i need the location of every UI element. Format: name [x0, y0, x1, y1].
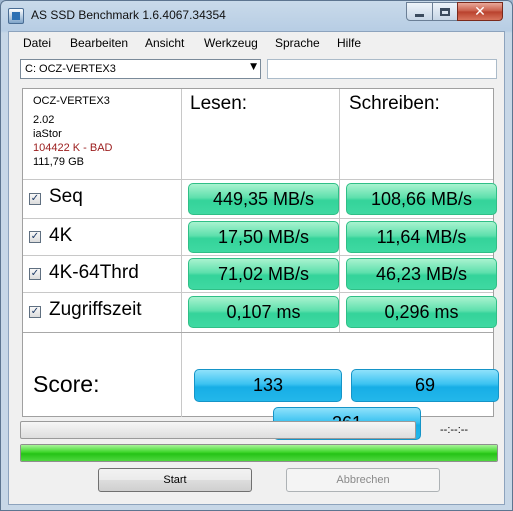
score-label: Score: [33, 371, 100, 397]
minimize-icon [415, 13, 424, 17]
minimize-button[interactable] [406, 2, 433, 21]
menu-sprache[interactable]: Sprache [275, 36, 320, 50]
seq-label: Seq [49, 186, 83, 207]
score-write: 69 [351, 369, 499, 402]
drive-select[interactable]: C: OCZ-VERTEX3 ▼ [20, 59, 261, 79]
drive-alignment: 104422 K - BAD [33, 142, 113, 154]
menu-bar: Datei Bearbeiten Ansicht Werkzeug Sprach… [9, 32, 504, 54]
checkmark-icon: ✓ [30, 193, 40, 204]
4k-checkbox[interactable]: ✓ [29, 231, 41, 243]
chevron-down-icon: ▼ [250, 62, 257, 72]
status-input[interactable] [267, 59, 497, 79]
4k64-checkbox[interactable]: ✓ [29, 268, 41, 280]
drive-firmware: 2.02 [33, 114, 55, 126]
results-panel: OCZ-VERTEX3 2.02 iaStor 104422 K - BAD 1… [22, 88, 499, 440]
access-time-write-result: 0,296 ms [346, 296, 497, 328]
column-divider [339, 89, 340, 333]
drive-model: OCZ-VERTEX3 [33, 95, 110, 107]
row-divider [23, 255, 493, 256]
score-divider [23, 332, 493, 333]
close-icon: ✕ [474, 3, 486, 20]
current-progress-bar [20, 421, 416, 439]
checkmark-icon: ✓ [30, 306, 40, 317]
checkmark-icon: ✓ [30, 268, 40, 279]
column-divider [181, 89, 182, 417]
4k64-write-result: 46,23 MB/s [346, 258, 497, 290]
4k-label: 4K [49, 225, 73, 246]
drive-driver: iaStor [33, 128, 62, 140]
write-column-header: Schreiben: [349, 93, 440, 114]
access-time-read-result: 0,107 ms [188, 296, 339, 328]
checkmark-icon: ✓ [30, 231, 40, 242]
window-title: AS SSD Benchmark 1.6.4067.34354 [31, 8, 226, 22]
seq-checkbox[interactable]: ✓ [29, 193, 41, 205]
cancel-button[interactable]: Abbrechen [286, 468, 440, 492]
close-button[interactable]: ✕ [457, 2, 503, 21]
drive-select-value: C: OCZ-VERTEX3 [25, 63, 116, 75]
title-bar[interactable]: AS SSD Benchmark 1.6.4067.34354 ✕ [1, 1, 512, 31]
row-divider [23, 218, 493, 219]
app-icon [8, 8, 24, 24]
start-button[interactable]: Start [98, 468, 252, 492]
4k64-label: 4K-64Thrd [49, 262, 139, 283]
menu-bearbeiten[interactable]: Bearbeiten [70, 36, 128, 50]
4k-write-result: 11,64 MB/s [346, 221, 497, 253]
client-area: Datei Bearbeiten Ansicht Werkzeug Sprach… [8, 31, 505, 505]
4k64-read-result: 71,02 MB/s [188, 258, 339, 290]
drive-size: 111,79 GB [33, 156, 84, 168]
total-progress-fill [21, 445, 497, 461]
row-divider [23, 292, 493, 293]
seq-read-result: 449,35 MB/s [188, 183, 339, 215]
total-progress-bar [20, 444, 498, 462]
read-column-header: Lesen: [190, 93, 248, 114]
access-time-checkbox[interactable]: ✓ [29, 306, 41, 318]
4k-read-result: 17,50 MB/s [188, 221, 339, 253]
app-window: AS SSD Benchmark 1.6.4067.34354 ✕ Datei … [0, 0, 513, 511]
time-readout: --:--:-- [440, 424, 469, 436]
seq-write-result: 108,66 MB/s [346, 183, 497, 215]
score-read: 133 [194, 369, 342, 402]
menu-werkzeug[interactable]: Werkzeug [204, 36, 258, 50]
row-divider [23, 179, 493, 180]
menu-datei[interactable]: Datei [23, 36, 51, 50]
maximize-button[interactable] [432, 2, 458, 21]
menu-ansicht[interactable]: Ansicht [145, 36, 184, 50]
menu-hilfe[interactable]: Hilfe [337, 36, 361, 50]
access-time-label: Zugriffszeit [49, 299, 142, 320]
maximize-icon [440, 7, 450, 16]
